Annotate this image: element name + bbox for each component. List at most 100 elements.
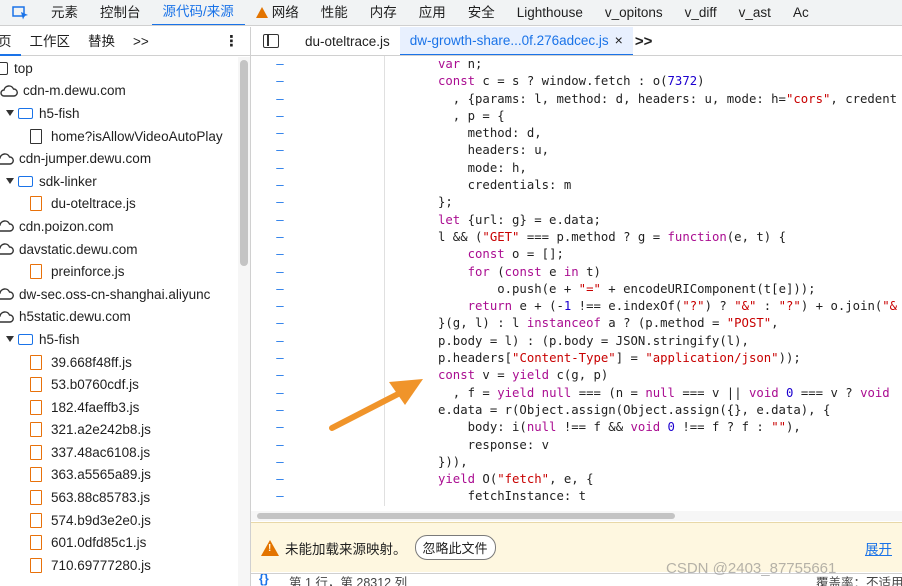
file-tree-scroll-thumb[interactable] [240,60,248,266]
line-gutter-mark[interactable]: – [251,125,309,142]
top-tab-2[interactable]: 源代码/来源 [151,0,245,25]
code-editor[interactable]: – var n; – const c = s ? window.fetch : o(7… [251,56,902,511]
line-gutter-mark[interactable]: – [251,402,309,419]
navigator-tab-workspace[interactable]: 工作区 [21,27,80,56]
tree-item[interactable]: h5static.dewu.com [0,306,237,329]
editor-tab-dw-growth-share[interactable]: dw-growth-share...0f.276adcec.js × [399,27,633,55]
line-gutter-mark[interactable]: – [251,246,309,263]
tree-item[interactable]: h5-fish [0,102,237,125]
line-gutter-mark[interactable]: – [251,108,309,125]
expand-caret-icon[interactable] [6,178,14,185]
ignore-file-button[interactable]: 忽略此文件 [414,535,496,560]
line-gutter-mark[interactable]: – [251,350,309,367]
expand-caret-icon[interactable] [6,336,14,343]
tree-item[interactable]: 563.88c85783.js [0,486,237,509]
tree-item[interactable]: cdn.poizon.com [0,215,237,238]
editor-more-tabs-icon[interactable]: >> [633,33,653,50]
code-horizontal-scrollbar[interactable] [251,511,902,521]
editor-tab-du-oteltrace[interactable]: du-oteltrace.js [295,27,400,55]
line-gutter-mark[interactable]: – [251,333,309,350]
tree-item[interactable]: cdn-jumper.dewu.com [0,147,237,170]
navigator-tab-page[interactable]: 页 [0,27,21,56]
tree-item[interactable]: home?isAllowVideoAutoPlay [0,125,237,148]
code-text: , f = yield null === (n = null === v || … [438,385,890,400]
tree-item[interactable]: dw-sec.oss-cn-shanghai.aliyunc [0,283,237,306]
line-gutter-mark[interactable]: – [251,229,309,246]
navigator-tab-overrides[interactable]: 替换 [79,27,124,56]
navigator-menu-icon[interactable]: ⋮ [224,32,251,50]
top-tab-12[interactable]: Ac [782,0,820,25]
tree-item[interactable]: 39.668f48ff.js [0,351,237,374]
tree-item[interactable]: top [0,57,237,80]
line-gutter-mark[interactable]: – [251,298,309,315]
tree-item[interactable]: 710.69777280.js [0,554,237,577]
inspect-element-icon[interactable] [0,0,40,25]
code-text: var n; [438,57,483,71]
expand-caret-icon[interactable] [6,110,14,117]
line-gutter-mark[interactable]: – [251,264,309,281]
top-tab-label: Ac [792,4,809,20]
code-scroll-thumb[interactable] [257,513,675,519]
tree-item-label: h5static.dewu.com [19,309,131,325]
tree-item[interactable]: preinforce.js [0,260,237,283]
line-gutter-mark[interactable]: – [251,194,309,211]
tree-item[interactable]: sdk-linker [0,170,237,193]
line-gutter-mark[interactable]: – [251,367,309,384]
top-tab-11[interactable]: v_ast [728,0,782,25]
file-icon [30,444,42,460]
line-gutter-mark[interactable]: – [251,212,309,229]
tree-item[interactable]: 363.a5565a89.js [0,464,237,487]
line-gutter-mark[interactable]: – [251,437,309,454]
file-tree-scrollbar[interactable] [238,57,250,586]
top-tab-6[interactable]: 应用 [408,0,457,25]
navigator-more-tabs[interactable]: >> [124,27,158,56]
line-gutter-mark[interactable]: – [251,142,309,159]
line-gutter-mark[interactable]: – [251,281,309,298]
code-line: – const o = []; [251,246,902,264]
line-gutter-mark[interactable]: – [251,454,309,471]
tree-item[interactable]: davstatic.dewu.com [0,238,237,261]
line-gutter-mark[interactable]: – [251,177,309,194]
code-text: return e + (-1 !== e.indexOf("?") ? "&" … [467,299,898,314]
code-line: – , f = yield null === (n = null === v |… [251,384,902,402]
tree-item[interactable]: 601.0dfd85c1.js [0,531,237,554]
top-tab-0[interactable]: 元素 [40,0,89,25]
top-tab-3[interactable]: 网络 [245,0,310,25]
file-icon [30,422,42,438]
top-tab-10[interactable]: v_diff [674,0,728,25]
tree-item[interactable]: 574.b9d3e2e0.js [0,509,237,532]
tree-item[interactable]: du-oteltrace.js [0,193,237,216]
tree-item[interactable]: 321.a2e242b8.js [0,419,237,442]
code-line: – headers: u, [251,142,902,160]
top-tab-5[interactable]: 内存 [359,0,408,25]
tree-item[interactable]: 337.48ac6108.js [0,441,237,464]
top-tab-7[interactable]: 安全 [457,0,506,25]
top-tab-4[interactable]: 性能 [310,0,359,25]
line-gutter-mark[interactable]: – [251,488,309,505]
pretty-print-icon[interactable]: {} [259,574,269,586]
top-tab-label: v_diff [684,4,717,20]
line-gutter-mark[interactable]: – [251,73,309,90]
file-icon [30,264,42,280]
watermark: CSDN @2403_87755661 [666,560,837,577]
tree-item-label: 39.668f48ff.js [51,354,132,370]
top-tab-9[interactable]: v_opitons [594,0,674,25]
line-gutter-mark[interactable]: – [251,419,309,436]
line-gutter-mark[interactable]: – [251,471,309,488]
line-gutter-mark[interactable]: – [251,91,309,108]
line-gutter-mark[interactable]: – [251,315,309,332]
folder-icon [18,175,33,187]
tree-item[interactable]: 182.4faeffb3.js [0,396,237,419]
tree-item[interactable]: cdn-m.dewu.com [0,80,237,103]
line-gutter-mark[interactable]: – [251,160,309,177]
tree-item[interactable]: h5-fish [0,328,237,351]
toggle-navigator-icon[interactable] [263,34,279,48]
top-tab-8[interactable]: Lighthouse [506,0,594,25]
top-tab-1[interactable]: 控制台 [89,0,152,25]
code-text: fetchInstance: t [438,489,587,504]
tree-item[interactable]: 53.b0760cdf.js [0,373,237,396]
line-gutter-mark[interactable]: – [251,385,309,402]
close-tab-icon[interactable]: × [615,27,623,55]
line-gutter-mark[interactable]: – [251,56,309,73]
expand-link[interactable]: 展开 [865,538,892,558]
